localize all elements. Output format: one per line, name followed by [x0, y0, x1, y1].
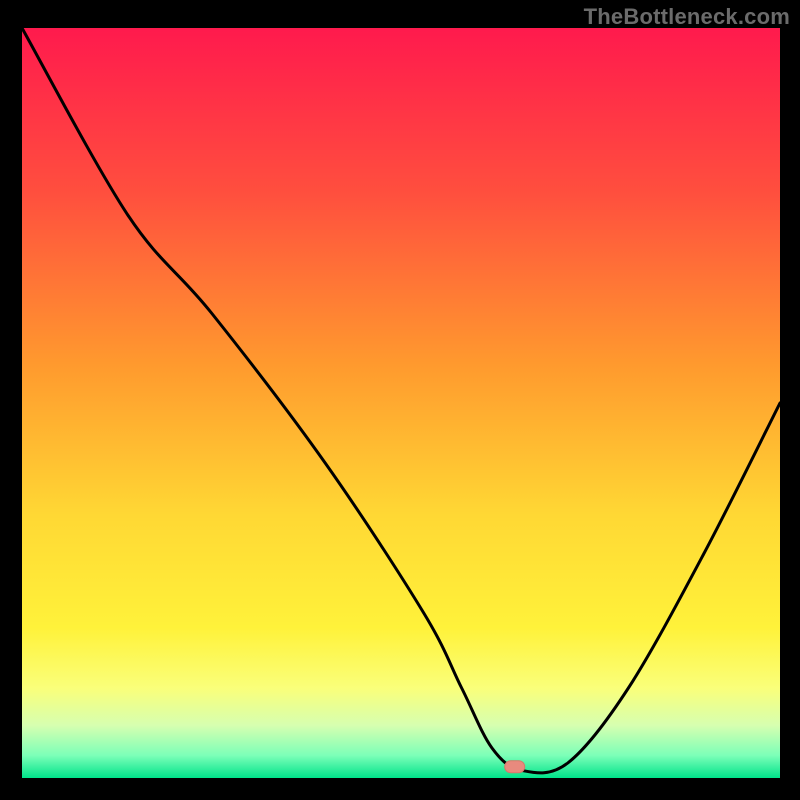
plot-area — [22, 28, 780, 778]
watermark-text: TheBottleneck.com — [584, 4, 790, 30]
optimum-marker — [505, 761, 525, 773]
gradient-bg — [22, 28, 780, 778]
chart-frame: TheBottleneck.com — [0, 0, 800, 800]
bottleneck-plot-svg — [22, 28, 780, 778]
